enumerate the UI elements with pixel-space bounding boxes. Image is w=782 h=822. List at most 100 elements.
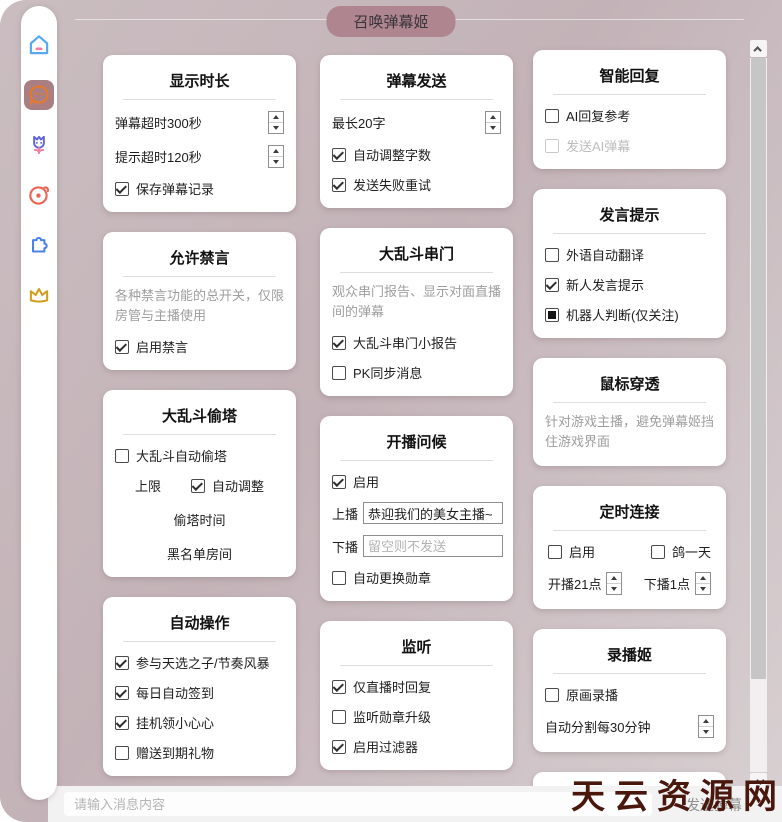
checkbox[interactable] bbox=[545, 307, 559, 322]
greeting-text-input[interactable] bbox=[363, 502, 504, 525]
spinner-down-button[interactable] bbox=[696, 584, 710, 594]
checkbox[interactable] bbox=[115, 181, 129, 196]
checkbox[interactable] bbox=[332, 679, 346, 694]
checkbox-row[interactable]: PK同步消息 bbox=[332, 363, 501, 382]
scroll-up-button[interactable] bbox=[750, 40, 767, 57]
spinner-up-button[interactable] bbox=[486, 112, 500, 123]
checkbox-row[interactable]: 大乱斗串门小报告 bbox=[332, 333, 501, 352]
checkbox[interactable] bbox=[332, 365, 346, 380]
checkbox[interactable] bbox=[332, 147, 346, 162]
checkbox[interactable] bbox=[332, 739, 346, 754]
checkbox[interactable] bbox=[650, 544, 665, 559]
checkbox-row[interactable]: 启用过滤器 bbox=[332, 737, 501, 756]
message-input[interactable] bbox=[64, 792, 652, 816]
sidebar-item-disc[interactable] bbox=[24, 180, 54, 210]
target-disc-icon bbox=[29, 186, 50, 205]
checkbox-row[interactable]: 参与天选之子/节奏风暴 bbox=[115, 653, 284, 672]
checkbox-row[interactable]: 挂机领小心心 bbox=[115, 713, 284, 732]
spinner-down-button[interactable] bbox=[699, 727, 713, 737]
card-debug: 调试 bbox=[533, 772, 726, 786]
card-title-divider bbox=[553, 673, 706, 675]
number-spinner[interactable] bbox=[268, 111, 284, 134]
spinner-up-button[interactable] bbox=[696, 573, 710, 585]
number-spinner[interactable] bbox=[698, 715, 714, 739]
spinner-up-button[interactable] bbox=[699, 716, 713, 728]
checkbox-row[interactable]: 外语自动翻译 bbox=[545, 245, 714, 264]
checkbox[interactable] bbox=[191, 478, 205, 493]
checkbox-row[interactable]: 原画录播 bbox=[545, 685, 714, 704]
checkbox[interactable] bbox=[332, 570, 346, 585]
spinner-up-button[interactable] bbox=[269, 112, 283, 123]
greeting-text-input[interactable] bbox=[363, 535, 504, 558]
flower-icon bbox=[33, 135, 45, 155]
checkbox-row[interactable]: 启用 bbox=[548, 542, 595, 561]
checkbox-row[interactable]: 新人发言提示 bbox=[545, 275, 714, 294]
card-title: 定时连接 bbox=[599, 504, 660, 522]
checkbox-row[interactable]: 仅直播时回复 bbox=[332, 677, 501, 696]
checkbox-label: 大乱斗串门小报告 bbox=[353, 336, 458, 352]
checkbox-label: 鸽一天 bbox=[671, 545, 711, 561]
checkbox[interactable] bbox=[332, 335, 346, 350]
settings-panel: 显示时长 弹幕超时300秒 提示超时120秒 保存弹幕记录 允许禁言 各种禁言功能的总开关… bbox=[0, 0, 782, 786]
spinner-down-button[interactable] bbox=[607, 584, 621, 594]
checkbox-row[interactable]: 自动调整字数 bbox=[332, 145, 501, 164]
scrollbar-track[interactable] bbox=[750, 58, 767, 772]
checkbox-row[interactable]: 启用 bbox=[332, 472, 501, 491]
scrollbar-thumb[interactable] bbox=[751, 58, 766, 680]
card-title: 录播姬 bbox=[606, 647, 652, 665]
checkbox[interactable] bbox=[115, 685, 129, 700]
spinner-down-button[interactable] bbox=[269, 157, 283, 167]
checkbox-row[interactable]: 机器人判断(仅关注) bbox=[545, 305, 714, 324]
checkbox[interactable] bbox=[545, 108, 559, 123]
spinner-down-button[interactable] bbox=[486, 123, 500, 133]
spinner-setting-label: 开播21点 bbox=[548, 577, 602, 593]
checkbox[interactable] bbox=[115, 745, 129, 760]
number-spinner[interactable] bbox=[695, 572, 711, 596]
composer-bar: 发送弹幕 bbox=[48, 786, 782, 822]
card-display-duration: 显示时长 弹幕超时300秒 提示超时120秒 保存弹幕记录 bbox=[103, 55, 296, 212]
number-spinner[interactable] bbox=[485, 111, 501, 134]
card-title-divider bbox=[340, 272, 493, 273]
checkbox-row[interactable]: 自动调整 bbox=[191, 476, 264, 495]
checkbox-label: 自动更换勋章 bbox=[353, 571, 432, 587]
scrollbar[interactable] bbox=[750, 40, 767, 790]
checkbox[interactable] bbox=[115, 715, 129, 730]
sidebar-item-flower[interactable] bbox=[24, 130, 54, 160]
checkbox[interactable] bbox=[115, 448, 129, 463]
checkbox-row[interactable]: 发送失败重试 bbox=[332, 175, 501, 194]
sidebar-item-plugin[interactable] bbox=[24, 230, 54, 260]
number-spinner[interactable] bbox=[606, 572, 623, 596]
checkbox-row[interactable]: 保存弹幕记录 bbox=[115, 179, 284, 198]
checkbox[interactable] bbox=[548, 544, 562, 559]
checkbox[interactable] bbox=[545, 247, 559, 262]
checkbox[interactable] bbox=[545, 277, 559, 292]
checkbox-row[interactable]: 鸽一天 bbox=[650, 542, 711, 561]
checkbox-row[interactable]: 自动更换勋章 bbox=[332, 568, 501, 587]
scroll-down-button[interactable] bbox=[750, 773, 767, 790]
checkbox-row[interactable]: 监听勋章升级 bbox=[332, 707, 501, 726]
checkbox-label: PK同步消息 bbox=[353, 366, 423, 382]
checkbox-row[interactable]: 赠送到期礼物 bbox=[115, 743, 284, 762]
number-spinner[interactable] bbox=[268, 145, 284, 168]
sidebar-item-home[interactable] bbox=[24, 30, 54, 60]
sidebar-item-danmaku[interactable] bbox=[24, 80, 54, 110]
setting-row-group: 上限 自动调整 bbox=[115, 476, 284, 495]
checkbox-row[interactable]: 每日自动签到 bbox=[115, 683, 284, 702]
checkbox[interactable] bbox=[545, 687, 559, 702]
checkbox-row[interactable]: AI回复参考 bbox=[545, 106, 714, 125]
checkbox-row[interactable]: 启用禁言 bbox=[115, 337, 284, 356]
send-danmaku-button[interactable]: 发送弹幕 bbox=[686, 795, 742, 815]
card-title-divider bbox=[340, 460, 493, 462]
spinner-setting-row: 下播1点 bbox=[644, 572, 711, 596]
checkbox[interactable] bbox=[115, 339, 129, 354]
checkbox[interactable] bbox=[332, 474, 346, 489]
checkbox-label: 新人发言提示 bbox=[566, 278, 645, 293]
sidebar-item-vip[interactable] bbox=[24, 280, 54, 310]
spinner-up-button[interactable] bbox=[607, 573, 622, 585]
checkbox[interactable] bbox=[332, 177, 346, 192]
checkbox[interactable] bbox=[115, 655, 129, 670]
checkbox[interactable] bbox=[332, 709, 346, 724]
checkbox-row[interactable]: 大乱斗自动偷塔 bbox=[115, 446, 284, 465]
spinner-down-button[interactable] bbox=[269, 123, 283, 133]
spinner-up-button[interactable] bbox=[269, 146, 283, 157]
